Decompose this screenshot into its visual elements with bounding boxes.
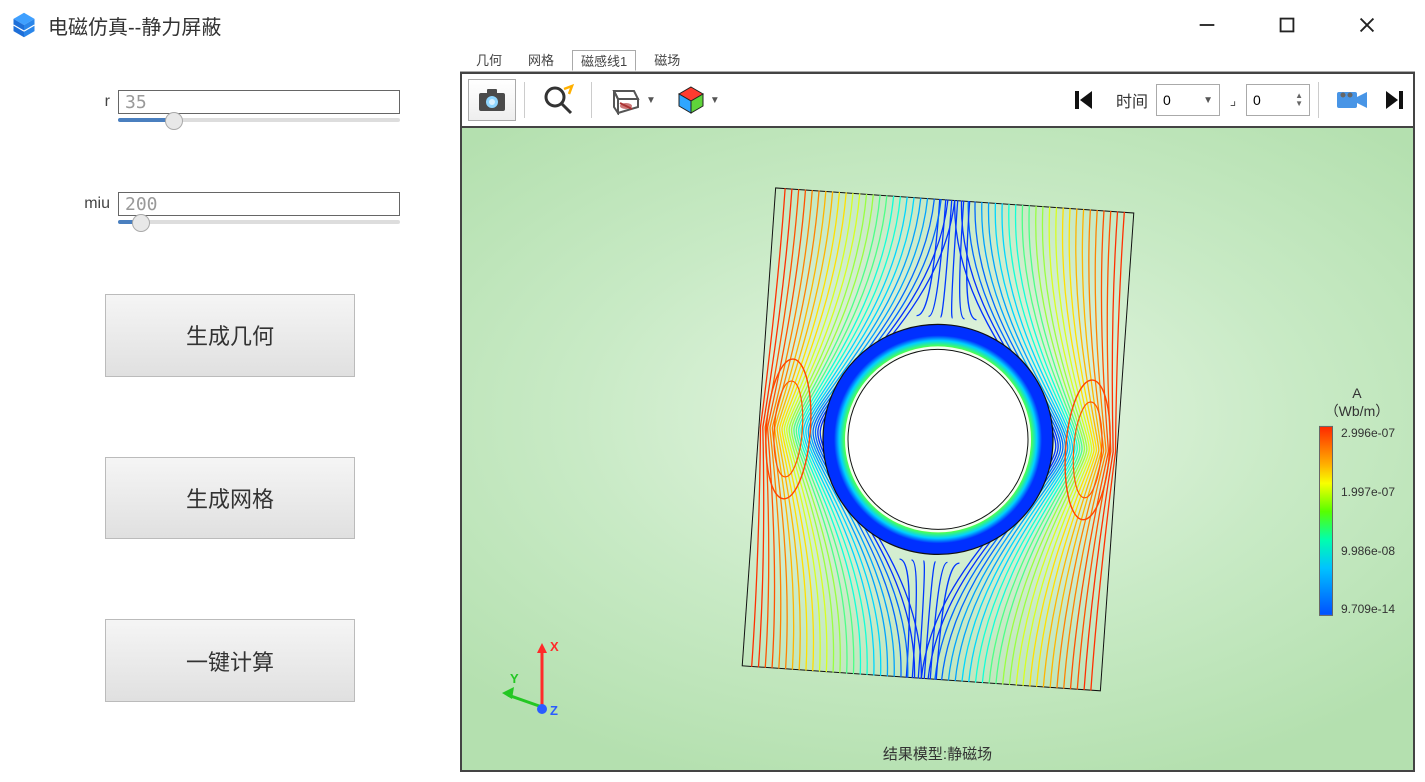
time-value: 0 xyxy=(1163,92,1171,108)
field-lines-plot xyxy=(741,187,1134,691)
window-controls xyxy=(1187,5,1417,45)
viewer-toolbar: ▼ ▼ 时间 0 ▼ xyxy=(462,74,1413,128)
param-r-group: r xyxy=(60,90,400,122)
toolbar-separator xyxy=(591,82,592,118)
zoom-button[interactable] xyxy=(533,79,583,121)
close-button[interactable] xyxy=(1347,5,1387,45)
viewer-canvas[interactable]: X Y Z A （Wb/m） xyxy=(462,128,1413,770)
spinner-arrows-icon: ▲▼ xyxy=(1295,92,1303,108)
svg-text:Z: Z xyxy=(550,703,558,718)
generate-geometry-button[interactable]: 生成几何 xyxy=(105,294,355,377)
frame-spinner[interactable]: 0 ▲▼ xyxy=(1246,84,1310,116)
legend-title: A （Wb/m） xyxy=(1319,384,1395,420)
title-bar: 电磁仿真--静力屏蔽 xyxy=(0,0,1425,50)
axes-triad: X Y Z xyxy=(502,637,582,730)
param-r-input[interactable] xyxy=(118,90,400,114)
canvas-footer-label: 结果模型:静磁场 xyxy=(883,743,992,764)
sidebar: r miu 生成几何 生成网格 一键计算 xyxy=(0,50,460,782)
param-miu-input[interactable] xyxy=(118,192,400,216)
toolbar-separator xyxy=(524,82,525,118)
param-miu-slider[interactable] xyxy=(118,220,400,224)
tab-flux-lines[interactable]: 磁感线1 xyxy=(572,50,636,71)
tab-bar: 几何 网格 磁感线1 磁场 xyxy=(460,50,1415,72)
maximize-button[interactable] xyxy=(1267,5,1307,45)
generate-mesh-button[interactable]: 生成网格 xyxy=(105,457,355,540)
color-legend: A （Wb/m） 2.996e-07 1.997e-07 9.986e-08 9… xyxy=(1319,384,1395,616)
chevron-down-icon: ▼ xyxy=(710,95,720,106)
legend-colorbar xyxy=(1319,426,1333,616)
param-r-slider[interactable] xyxy=(118,118,400,122)
frame-value: 0 xyxy=(1253,92,1261,108)
tab-mesh[interactable]: 网格 xyxy=(520,50,562,71)
viewer-frame: ▼ ▼ 时间 0 ▼ xyxy=(460,72,1415,772)
clip-plane-dropdown[interactable]: ▼ xyxy=(600,79,664,121)
camera-button[interactable] xyxy=(1327,79,1377,121)
colormap-dropdown[interactable]: ▼ xyxy=(668,79,728,121)
step-back-button[interactable] xyxy=(1060,79,1108,121)
param-miu-group: miu xyxy=(60,192,400,224)
right-panel: 几何 网格 磁感线1 磁场 ▼ xyxy=(460,50,1425,782)
legend-ticks: 2.996e-07 1.997e-07 9.986e-08 9.709e-14 xyxy=(1341,426,1395,616)
tab-geometry[interactable]: 几何 xyxy=(468,50,510,71)
minimize-button[interactable] xyxy=(1187,5,1227,45)
snapshot-button[interactable] xyxy=(468,79,516,121)
title-bar-left: 电磁仿真--静力屏蔽 xyxy=(8,9,221,41)
tab-field[interactable]: 磁场 xyxy=(646,50,688,71)
one-click-compute-button[interactable]: 一键计算 xyxy=(105,619,355,702)
param-miu-label: miu xyxy=(60,195,110,213)
time-label: 时间 xyxy=(1112,88,1152,112)
chevron-down-icon: ▼ xyxy=(646,95,656,106)
chevron-down-icon: ▼ xyxy=(1203,95,1213,106)
param-r-label: r xyxy=(60,93,110,111)
frame-separator-icon: ⌟ xyxy=(1224,92,1242,109)
app-title: 电磁仿真--静力屏蔽 xyxy=(48,11,221,40)
svg-text:X: X xyxy=(550,639,559,654)
svg-text:Y: Y xyxy=(510,671,519,686)
app-icon xyxy=(8,9,40,41)
time-select[interactable]: 0 ▼ xyxy=(1156,84,1220,116)
step-forward-button[interactable] xyxy=(1381,79,1407,121)
toolbar-separator xyxy=(1318,82,1319,118)
